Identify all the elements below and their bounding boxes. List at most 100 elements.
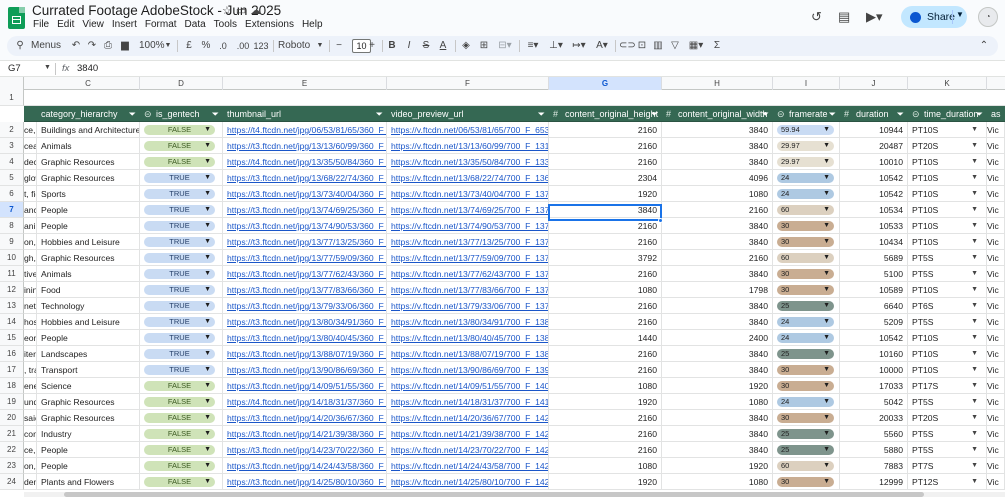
- cell-framerate[interactable]: 30 ▼: [773, 218, 840, 234]
- cell-category-prefix[interactable]: ce, c: [24, 122, 37, 138]
- chip-dropdown-icon[interactable]: ▼: [971, 218, 978, 234]
- time-duration-dropdown[interactable]: PT5S ▼: [912, 250, 978, 266]
- row-number[interactable]: 10: [0, 250, 24, 266]
- paint-format-icon[interactable]: ▆: [120, 38, 130, 54]
- chip-dropdown-icon[interactable]: ▼: [971, 426, 978, 442]
- chip-dropdown-icon[interactable]: ▼: [204, 269, 211, 279]
- row-number[interactable]: 9: [0, 234, 24, 250]
- cell-duration[interactable]: 10533: [840, 218, 908, 234]
- cell-time-duration[interactable]: PT10S ▼: [908, 218, 987, 234]
- cell-framerate[interactable]: 30 ▼: [773, 282, 840, 298]
- chip-dropdown-icon[interactable]: ▼: [823, 397, 830, 407]
- chip-dropdown-icon[interactable]: ▼: [971, 378, 978, 394]
- cell-video-preview-url[interactable]: https://v.ftcdn.net/13/35/50/84/700_F_13…: [387, 154, 549, 170]
- cell-category-prefix[interactable]: tive,: [24, 266, 37, 282]
- cell-time-duration[interactable]: PT10S ▼: [908, 170, 987, 186]
- row-number-1[interactable]: 1: [0, 90, 24, 106]
- time-duration-dropdown[interactable]: PT10S ▼: [912, 282, 978, 298]
- cell-content-width[interactable]: 2160: [662, 202, 773, 218]
- row-number[interactable]: 18: [0, 378, 24, 394]
- cell-asset-type[interactable]: Vic: [987, 202, 1005, 218]
- gentech-chip[interactable]: FALSE ▼: [144, 461, 215, 471]
- cell-content-height[interactable]: 2160: [549, 426, 662, 442]
- framerate-chip[interactable]: 29.97 ▼: [777, 157, 834, 167]
- cell-content-width[interactable]: 3840: [662, 410, 773, 426]
- cell-video-preview-url[interactable]: https://v.ftcdn.net/13/79/33/06/700_F_13…: [387, 298, 549, 314]
- chip-dropdown-icon[interactable]: ▼: [971, 266, 978, 282]
- cell-thumbnail-url[interactable]: https://t3.ftcdn.net/jpg/14/21/39/38/360…: [223, 426, 387, 442]
- cell-content-height[interactable]: 2160: [549, 266, 662, 282]
- currency-format-button[interactable]: £: [184, 38, 194, 54]
- account-avatar[interactable]: ◔: [978, 7, 998, 27]
- cell-framerate[interactable]: 60 ▼: [773, 458, 840, 474]
- cell-content-width[interactable]: 3840: [662, 298, 773, 314]
- chip-dropdown-icon[interactable]: ▼: [204, 349, 211, 359]
- cell-thumbnail-url[interactable]: https://t3.ftcdn.net/jpg/13/77/83/66/360…: [223, 282, 387, 298]
- cell-thumbnail-url[interactable]: https://t3.ftcdn.net/jpg/13/80/40/45/360…: [223, 330, 387, 346]
- time-duration-dropdown[interactable]: PT5S ▼: [912, 442, 978, 458]
- cell-asset-type[interactable]: Vic: [987, 122, 1005, 138]
- cell-framerate[interactable]: 25 ▼: [773, 298, 840, 314]
- cell-thumbnail-url[interactable]: https://t3.ftcdn.net/jpg/13/90/86/69/360…: [223, 362, 387, 378]
- cell-duration[interactable]: 10944: [840, 122, 908, 138]
- gentech-chip[interactable]: TRUE ▼: [144, 237, 215, 247]
- cell-is-gentech[interactable]: FALSE ▼: [140, 378, 223, 394]
- chip-dropdown-icon[interactable]: ▼: [971, 458, 978, 474]
- chip-dropdown-icon[interactable]: ▼: [204, 237, 211, 247]
- row-number[interactable]: 20: [0, 410, 24, 426]
- horizontal-align-icon[interactable]: ≡▾: [524, 38, 542, 54]
- row-number[interactable]: 3: [0, 138, 24, 154]
- cell-video-preview-url[interactable]: https://v.ftcdn.net/14/18/31/37/700_F_14…: [387, 394, 549, 410]
- chip-dropdown-icon[interactable]: ▼: [204, 445, 211, 455]
- cell-category-hierarchy[interactable]: Animals: [37, 138, 140, 154]
- cell-time-duration[interactable]: PT10S ▼: [908, 154, 987, 170]
- text-color-button[interactable]: A: [438, 38, 448, 54]
- menu-view[interactable]: View: [78, 19, 108, 30]
- chip-dropdown-icon[interactable]: ▼: [971, 282, 978, 298]
- zoom-dropdown-icon[interactable]: ▼: [164, 38, 172, 54]
- cell-content-width[interactable]: 4096: [662, 170, 773, 186]
- row-number[interactable]: 14: [0, 314, 24, 330]
- menu-data[interactable]: Data: [181, 19, 210, 30]
- gentech-chip[interactable]: TRUE ▼: [144, 221, 215, 231]
- cell-content-height[interactable]: 2160: [549, 346, 662, 362]
- cell-category-hierarchy[interactable]: Graphic Resources: [37, 394, 140, 410]
- print-icon[interactable]: ⎙: [103, 38, 113, 54]
- formula-input[interactable]: 3840: [77, 63, 98, 74]
- framerate-chip[interactable]: 24 ▼: [777, 173, 834, 183]
- meet-icon[interactable]: ▶▾: [866, 9, 883, 25]
- row-number[interactable]: 11: [0, 266, 24, 282]
- chip-dropdown-icon[interactable]: ▼: [971, 314, 978, 330]
- chip-dropdown-icon[interactable]: ▼: [971, 170, 978, 186]
- gentech-chip[interactable]: TRUE ▼: [144, 317, 215, 327]
- cell-framerate[interactable]: 60 ▼: [773, 202, 840, 218]
- framerate-chip[interactable]: 25 ▼: [777, 301, 834, 311]
- insert-comment-icon[interactable]: ⊡: [637, 38, 647, 54]
- cell-duration[interactable]: 10010: [840, 154, 908, 170]
- gentech-chip[interactable]: TRUE ▼: [144, 269, 215, 279]
- cell-duration[interactable]: 5209: [840, 314, 908, 330]
- cell-category-prefix[interactable]: on, c: [24, 458, 37, 474]
- cell-thumbnail-url[interactable]: https://t3.ftcdn.net/jpg/13/88/07/19/360…: [223, 346, 387, 362]
- cell-category-prefix[interactable]: den,: [24, 474, 37, 490]
- cell-category-prefix[interactable]: dec: [24, 154, 37, 170]
- cell-framerate[interactable]: 29.97 ▼: [773, 154, 840, 170]
- cell-time-duration[interactable]: PT10S ▼: [908, 282, 987, 298]
- cloud-status-icon[interactable]: ☁: [250, 4, 261, 17]
- cell-duration[interactable]: 17033: [840, 378, 908, 394]
- cell-duration[interactable]: 5880: [840, 442, 908, 458]
- cell-asset-type[interactable]: Vic: [987, 330, 1005, 346]
- framerate-chip[interactable]: 24 ▼: [777, 333, 834, 343]
- time-duration-dropdown[interactable]: PT5S ▼: [912, 394, 978, 410]
- header-cell-b[interactable]: [24, 106, 37, 122]
- cell-category-hierarchy[interactable]: Hobbies and Leisure: [37, 314, 140, 330]
- cell-category-prefix[interactable]: eon: [24, 330, 37, 346]
- cell-framerate[interactable]: 30 ▼: [773, 474, 840, 490]
- cell-category-prefix[interactable]: on, p: [24, 234, 37, 250]
- cell-video-preview-url[interactable]: https://v.ftcdn.net/13/13/60/99/700_F_13…: [387, 138, 549, 154]
- cell-is-gentech[interactable]: FALSE ▼: [140, 442, 223, 458]
- chip-dropdown-icon[interactable]: ▼: [971, 394, 978, 410]
- cell-is-gentech[interactable]: FALSE ▼: [140, 154, 223, 170]
- chip-dropdown-icon[interactable]: ▼: [971, 202, 978, 218]
- chip-dropdown-icon[interactable]: ▼: [971, 154, 978, 170]
